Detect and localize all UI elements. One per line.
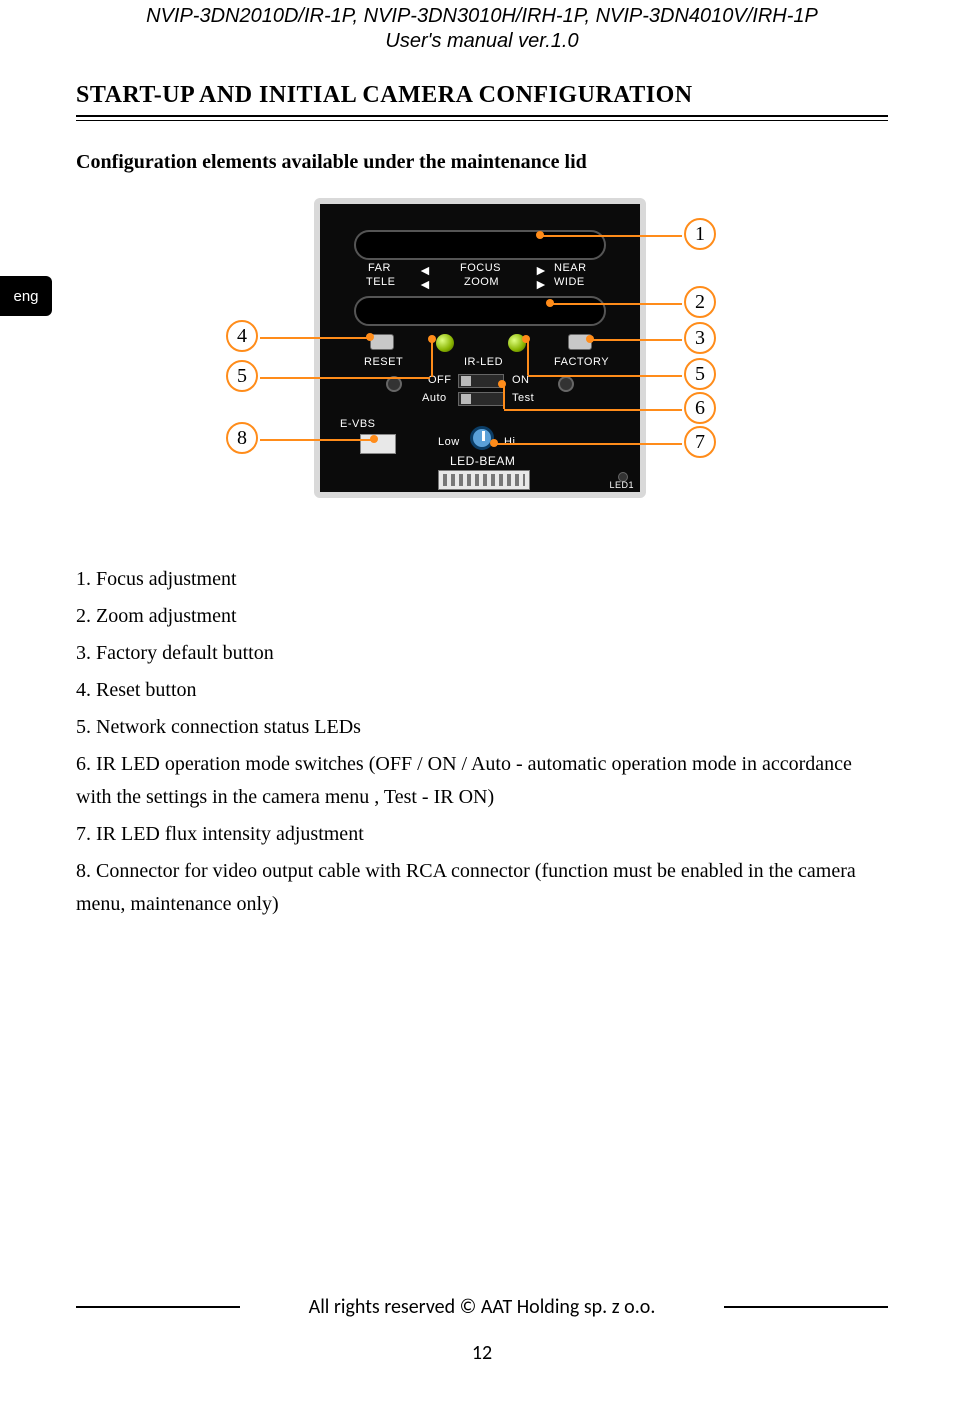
- item-text: Factory default button: [96, 642, 274, 664]
- label-auto: Auto: [422, 392, 447, 404]
- page-number: 12: [76, 1341, 888, 1365]
- item-text: Zoom adjustment: [96, 605, 237, 627]
- screw-icon: [558, 376, 574, 392]
- item-number: 1.: [76, 568, 91, 590]
- item-number: 8.: [76, 860, 91, 882]
- label-hi: Hi: [504, 436, 515, 448]
- leader-line: [552, 303, 682, 305]
- leader-line: [542, 235, 682, 237]
- callout-5: 5: [226, 360, 258, 392]
- item-text: Reset button: [96, 679, 197, 701]
- label-tele: TELE: [366, 276, 396, 288]
- list-item: 2. Zoom adjustment: [76, 600, 888, 633]
- label-reset: RESET: [364, 356, 403, 368]
- list-item: 6. IR LED operation mode switches (OFF /…: [76, 748, 888, 814]
- label-wide: WIDE: [554, 276, 585, 288]
- header-doc-title: User's manual ver.1.0: [76, 29, 888, 54]
- leader-dot-icon: [498, 380, 506, 388]
- evbs-connector: [360, 434, 396, 454]
- page-footer: All rights reserved © AAT Holding sp. z …: [76, 1295, 888, 1365]
- callout-1: 1: [684, 218, 716, 250]
- item-number: 6.: [76, 753, 91, 775]
- item-text: Network connection status LEDs: [96, 716, 361, 738]
- section-title: START-UP AND INITIAL CAMERA CONFIGURATIO…: [76, 82, 888, 109]
- item-number: 5.: [76, 716, 91, 738]
- leader-dot-icon: [536, 231, 544, 239]
- callout-5: 5: [684, 358, 716, 390]
- header-models: NVIP-3DN2010D/IR-1P, NVIP-3DN3010H/IRH-1…: [76, 4, 888, 29]
- label-irled: IR-LED: [464, 356, 503, 368]
- arrow-right-icon: ►: [534, 276, 548, 292]
- leader-dot-icon: [586, 335, 594, 343]
- leader-line: [260, 439, 372, 441]
- leader-dot-icon: [522, 335, 530, 343]
- leader-line: [504, 409, 682, 411]
- leader-line: [528, 375, 682, 377]
- callout-4: 4: [226, 320, 258, 352]
- item-number: 3.: [76, 642, 91, 664]
- list-item: 4. Reset button: [76, 674, 888, 707]
- label-low: Low: [438, 436, 460, 448]
- item-number: 7.: [76, 823, 91, 845]
- pcb-board: FAR TELE FOCUS ZOOM NEAR WIDE ◄ ► ◄ ► RE…: [314, 198, 646, 498]
- list-item: 8. Connector for video output cable with…: [76, 855, 888, 921]
- callout-2: 2: [684, 286, 716, 318]
- label-near: NEAR: [554, 262, 587, 274]
- bottom-connector: [438, 470, 530, 490]
- label-on: ON: [512, 374, 530, 386]
- label-led1: LED1: [609, 480, 634, 490]
- arrow-left-icon: ◄: [418, 276, 432, 292]
- leader-dot-icon: [490, 439, 498, 447]
- status-led: [436, 334, 454, 352]
- leader-dot-icon: [366, 333, 374, 341]
- callout-8: 8: [226, 422, 258, 454]
- subheading: Configuration elements available under t…: [76, 151, 888, 174]
- leader-line: [592, 339, 682, 341]
- label-evbs: E-VBS: [340, 418, 376, 430]
- item-number: 2.: [76, 605, 91, 627]
- dip-switch-1: [458, 374, 504, 388]
- item-text: IR LED flux intensity adjustment: [96, 823, 364, 845]
- list-item: 7. IR LED flux intensity adjustment: [76, 818, 888, 851]
- led-beam-pot: [470, 426, 494, 450]
- label-far: FAR: [368, 262, 391, 274]
- label-focus: FOCUS: [460, 262, 501, 274]
- item-number: 4.: [76, 679, 91, 701]
- leader-line: [260, 337, 368, 339]
- dip-switch-2: [458, 392, 504, 406]
- legend-list: 1. Focus adjustment 2. Zoom adjustment 3…: [76, 563, 888, 921]
- item-text: Connector for video output cable with RC…: [76, 860, 856, 915]
- rule-divider: [76, 115, 888, 121]
- footer-bar: [724, 1306, 888, 1308]
- leader-line: [260, 377, 430, 379]
- list-item: 5. Network connection status LEDs: [76, 711, 888, 744]
- item-text: Focus adjustment: [96, 568, 237, 590]
- callout-6: 6: [684, 392, 716, 424]
- callout-3: 3: [684, 322, 716, 354]
- footer-bar: [76, 1306, 240, 1308]
- maintenance-board-figure: FAR TELE FOCUS ZOOM NEAR WIDE ◄ ► ◄ ► RE…: [76, 198, 888, 533]
- callout-7: 7: [684, 426, 716, 458]
- zoom-slot: [354, 296, 606, 326]
- copyright-text: All rights reserved © AAT Holding sp. z …: [256, 1295, 708, 1319]
- label-zoom: ZOOM: [464, 276, 499, 288]
- list-item: 3. Factory default button: [76, 637, 888, 670]
- label-factory: FACTORY: [554, 356, 609, 368]
- leader-line: [496, 443, 682, 445]
- item-text: IR LED operation mode switches (OFF / ON…: [76, 753, 852, 808]
- leader-line: [431, 337, 433, 377]
- language-tab: eng: [0, 276, 52, 316]
- list-item: 1. Focus adjustment: [76, 563, 888, 596]
- leader-dot-icon: [546, 299, 554, 307]
- label-ledbeam: LED-BEAM: [450, 454, 515, 468]
- label-test: Test: [512, 392, 534, 404]
- leader-dot-icon: [370, 435, 378, 443]
